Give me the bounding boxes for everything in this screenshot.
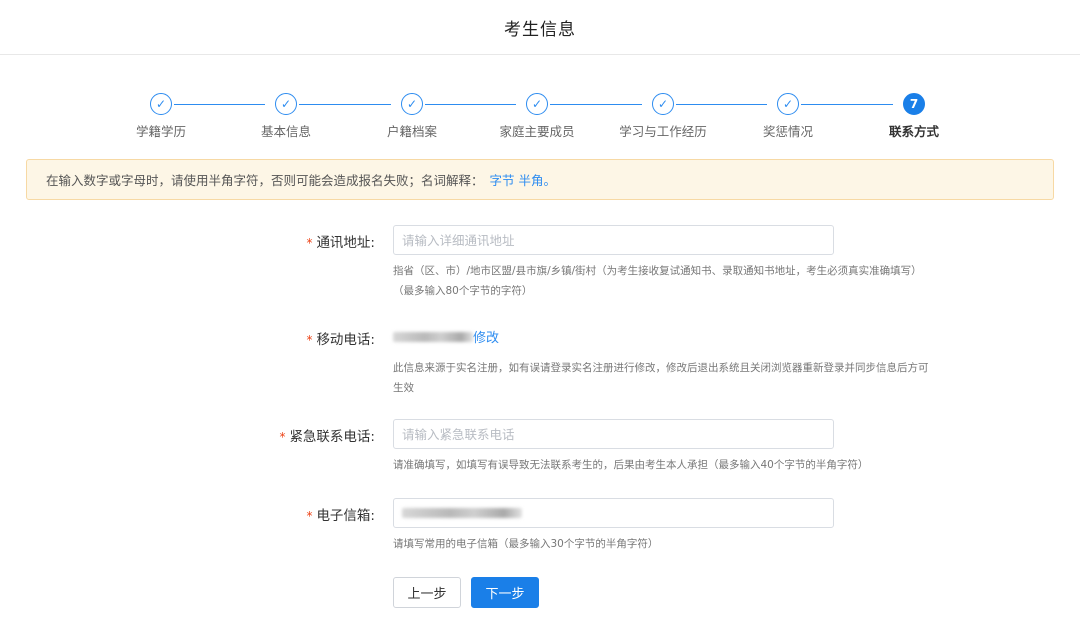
mobile-label: * 移动电话:: [306, 332, 375, 348]
email-label: * 电子信箱:: [306, 508, 375, 524]
email-input[interactable]: [393, 498, 834, 528]
step-6: ✓ 奖惩情况: [733, 93, 843, 140]
edit-mobile-link[interactable]: 修改: [473, 327, 499, 346]
emergency-phone-input[interactable]: [393, 419, 834, 449]
check-icon: ✓: [777, 93, 799, 115]
step-label: 家庭主要成员: [499, 124, 575, 139]
check-icon: ✓: [150, 93, 172, 115]
masked-phone: [393, 331, 473, 342]
step-3: ✓ 户籍档案: [357, 93, 467, 140]
address-input[interactable]: [393, 225, 834, 255]
step-label: 联系方式: [888, 124, 939, 139]
notice-banner: 在输入数字或字母时，请使用半角字符，否则可能会造成报名失败；名词解释： 字节 半…: [26, 159, 1054, 200]
next-step-button[interactable]: 下一步: [471, 577, 539, 608]
mobile-value: 修改: [393, 327, 499, 346]
check-icon: ✓: [526, 93, 548, 115]
mobile-hint: 此信息来源于实名注册，如有误请登录实名注册进行修改，修改后退出系统且关闭浏览器重…: [393, 362, 929, 394]
required-mark: *: [306, 509, 313, 523]
step-label: 奖惩情况: [762, 124, 813, 139]
check-icon: ✓: [652, 93, 674, 115]
emergency-phone-hint: 请准确填写，如填写有误导致无法联系考生的，后果由考生本人承担（最多输入40个字节…: [393, 459, 869, 471]
email-hint: 请填写常用的电子信箱（最多输入30个字节的半角字符）: [393, 538, 659, 550]
required-mark: *: [306, 333, 313, 347]
step-label: 学籍学历: [135, 124, 186, 139]
step-4: ✓ 家庭主要成员: [482, 93, 592, 140]
required-mark: *: [279, 430, 286, 444]
check-icon: ✓: [275, 93, 297, 115]
step-5: ✓ 学习与工作经历: [608, 93, 718, 140]
page-title: 考生信息: [504, 19, 576, 40]
notice-text: 在输入数字或字母时，请使用半角字符，否则可能会造成报名失败；名词解释：: [46, 173, 484, 188]
glossary-links[interactable]: 字节 半角。: [490, 170, 556, 189]
prev-step-button[interactable]: 上一步: [393, 577, 461, 608]
step-number: 7: [903, 93, 925, 115]
progress-steps: ✓ 学籍学历 ✓ 基本信息 ✓ 户籍档案 ✓ 家庭主要成员 ✓ 学习与工作经历 …: [0, 55, 1080, 147]
emergency-phone-label: * 紧急联系电话:: [279, 429, 375, 445]
step-2: ✓ 基本信息: [231, 93, 341, 140]
step-7-current: 7 联系方式: [859, 93, 969, 140]
step-label: 基本信息: [260, 124, 311, 139]
step-1: ✓ 学籍学历: [106, 93, 216, 140]
check-icon: ✓: [401, 93, 423, 115]
address-hint: 指省（区、市）/地市区盟/县市旗/乡镇/街村（为考生接收复试通知书、录取通知书地…: [393, 265, 922, 297]
step-label: 户籍档案: [386, 124, 437, 139]
required-mark: *: [306, 236, 313, 250]
masked-email: [402, 508, 522, 518]
page-header: 考生信息: [0, 0, 1080, 55]
step-label: 学习与工作经历: [619, 124, 707, 139]
address-label: * 通讯地址:: [306, 235, 375, 251]
